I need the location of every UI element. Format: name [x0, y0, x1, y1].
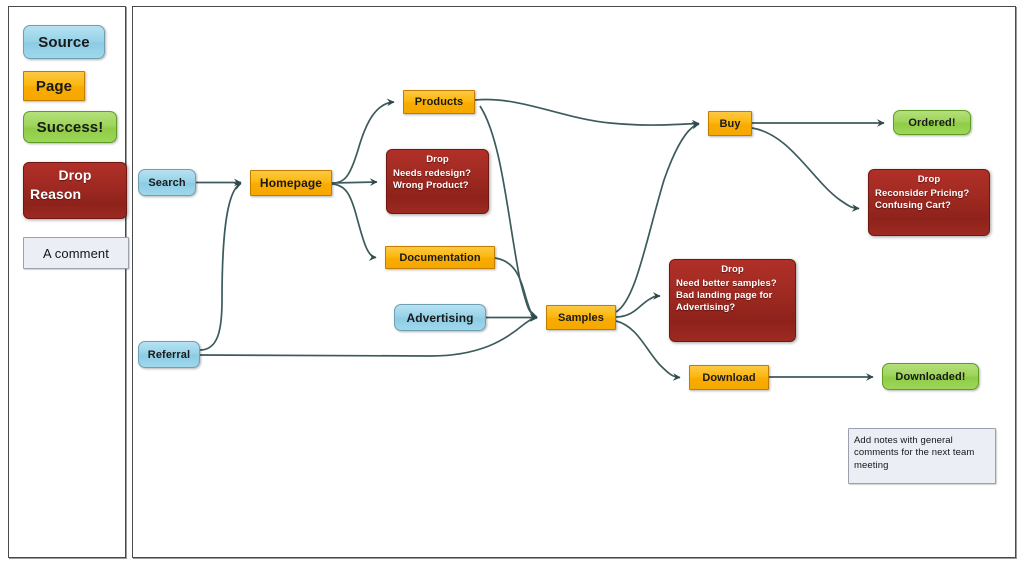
edge-products-buy [474, 98, 700, 128]
node-drop-samples[interactable]: Drop Need better samples? Bad landing pa… [669, 259, 796, 342]
drop-homepage-line-1: Needs redesign? [393, 168, 472, 179]
drop-buy-title: Drop [917, 174, 941, 185]
node-products[interactable]: Products [403, 90, 475, 114]
node-samples[interactable]: Samples [546, 305, 616, 330]
drop-samples-line-3: Advertising? [676, 302, 736, 314]
node-buy-label: Buy [719, 117, 741, 130]
node-ordered[interactable]: Ordered! [893, 110, 971, 135]
edge-products-samples [479, 105, 538, 319]
edge-referral-samples [199, 314, 538, 357]
node-download[interactable]: Download [689, 365, 769, 390]
node-search-label: Search [148, 176, 186, 189]
drop-homepage-line-2: Wrong Product? [393, 180, 469, 192]
edge-homepage-documentation [331, 183, 377, 261]
drop-buy-line-2: Confusing Cart? [875, 200, 951, 212]
drop-homepage-title: Drop [426, 154, 449, 165]
node-drop-homepage[interactable]: Drop Needs redesign? Wrong Product? [386, 149, 489, 214]
node-download-label: Download [702, 371, 756, 384]
node-note[interactable]: Add notes with general comments for the … [848, 428, 996, 484]
drop-buy-line-1: Reconsider Pricing? [875, 188, 970, 199]
node-documentation[interactable]: Documentation [385, 246, 495, 269]
edge-homepage-products [331, 98, 395, 184]
node-downloaded-label: Downloaded! [895, 370, 966, 383]
node-ordered-label: Ordered! [908, 116, 956, 129]
node-drop-buy[interactable]: Drop Reconsider Pricing? Confusing Cart? [868, 169, 990, 236]
node-samples-label: Samples [558, 311, 604, 324]
drop-samples-title: Drop [721, 264, 744, 275]
edge-referral-homepage [199, 182, 242, 351]
node-products-label: Products [414, 96, 464, 108]
node-downloaded[interactable]: Downloaded! [882, 363, 979, 390]
edge-buy-drop [751, 127, 860, 212]
edge-documentation-samples [494, 257, 538, 319]
node-advertising-label: Advertising [406, 310, 474, 325]
node-homepage-label: Homepage [259, 176, 323, 190]
drop-samples-line-2: Bad landing page for [676, 290, 773, 302]
note-line-1: Add notes with general [854, 435, 953, 446]
node-advertising[interactable]: Advertising [394, 304, 486, 331]
node-search[interactable]: Search [138, 169, 196, 196]
node-referral-label: Referral [147, 348, 191, 361]
note-line-3: meeting [854, 459, 889, 471]
edge-homepage-drop [331, 178, 378, 187]
drop-samples-line-1: Need better samples? [676, 278, 777, 289]
node-documentation-label: Documentation [399, 251, 481, 264]
note-line-2: comments for the next team [854, 447, 975, 459]
node-buy[interactable]: Buy [708, 111, 752, 136]
flowchart-screen: Source Page Success! Drop Reason A comme… [0, 0, 1024, 568]
node-referral[interactable]: Referral [138, 341, 200, 368]
node-homepage[interactable]: Homepage [250, 170, 332, 196]
